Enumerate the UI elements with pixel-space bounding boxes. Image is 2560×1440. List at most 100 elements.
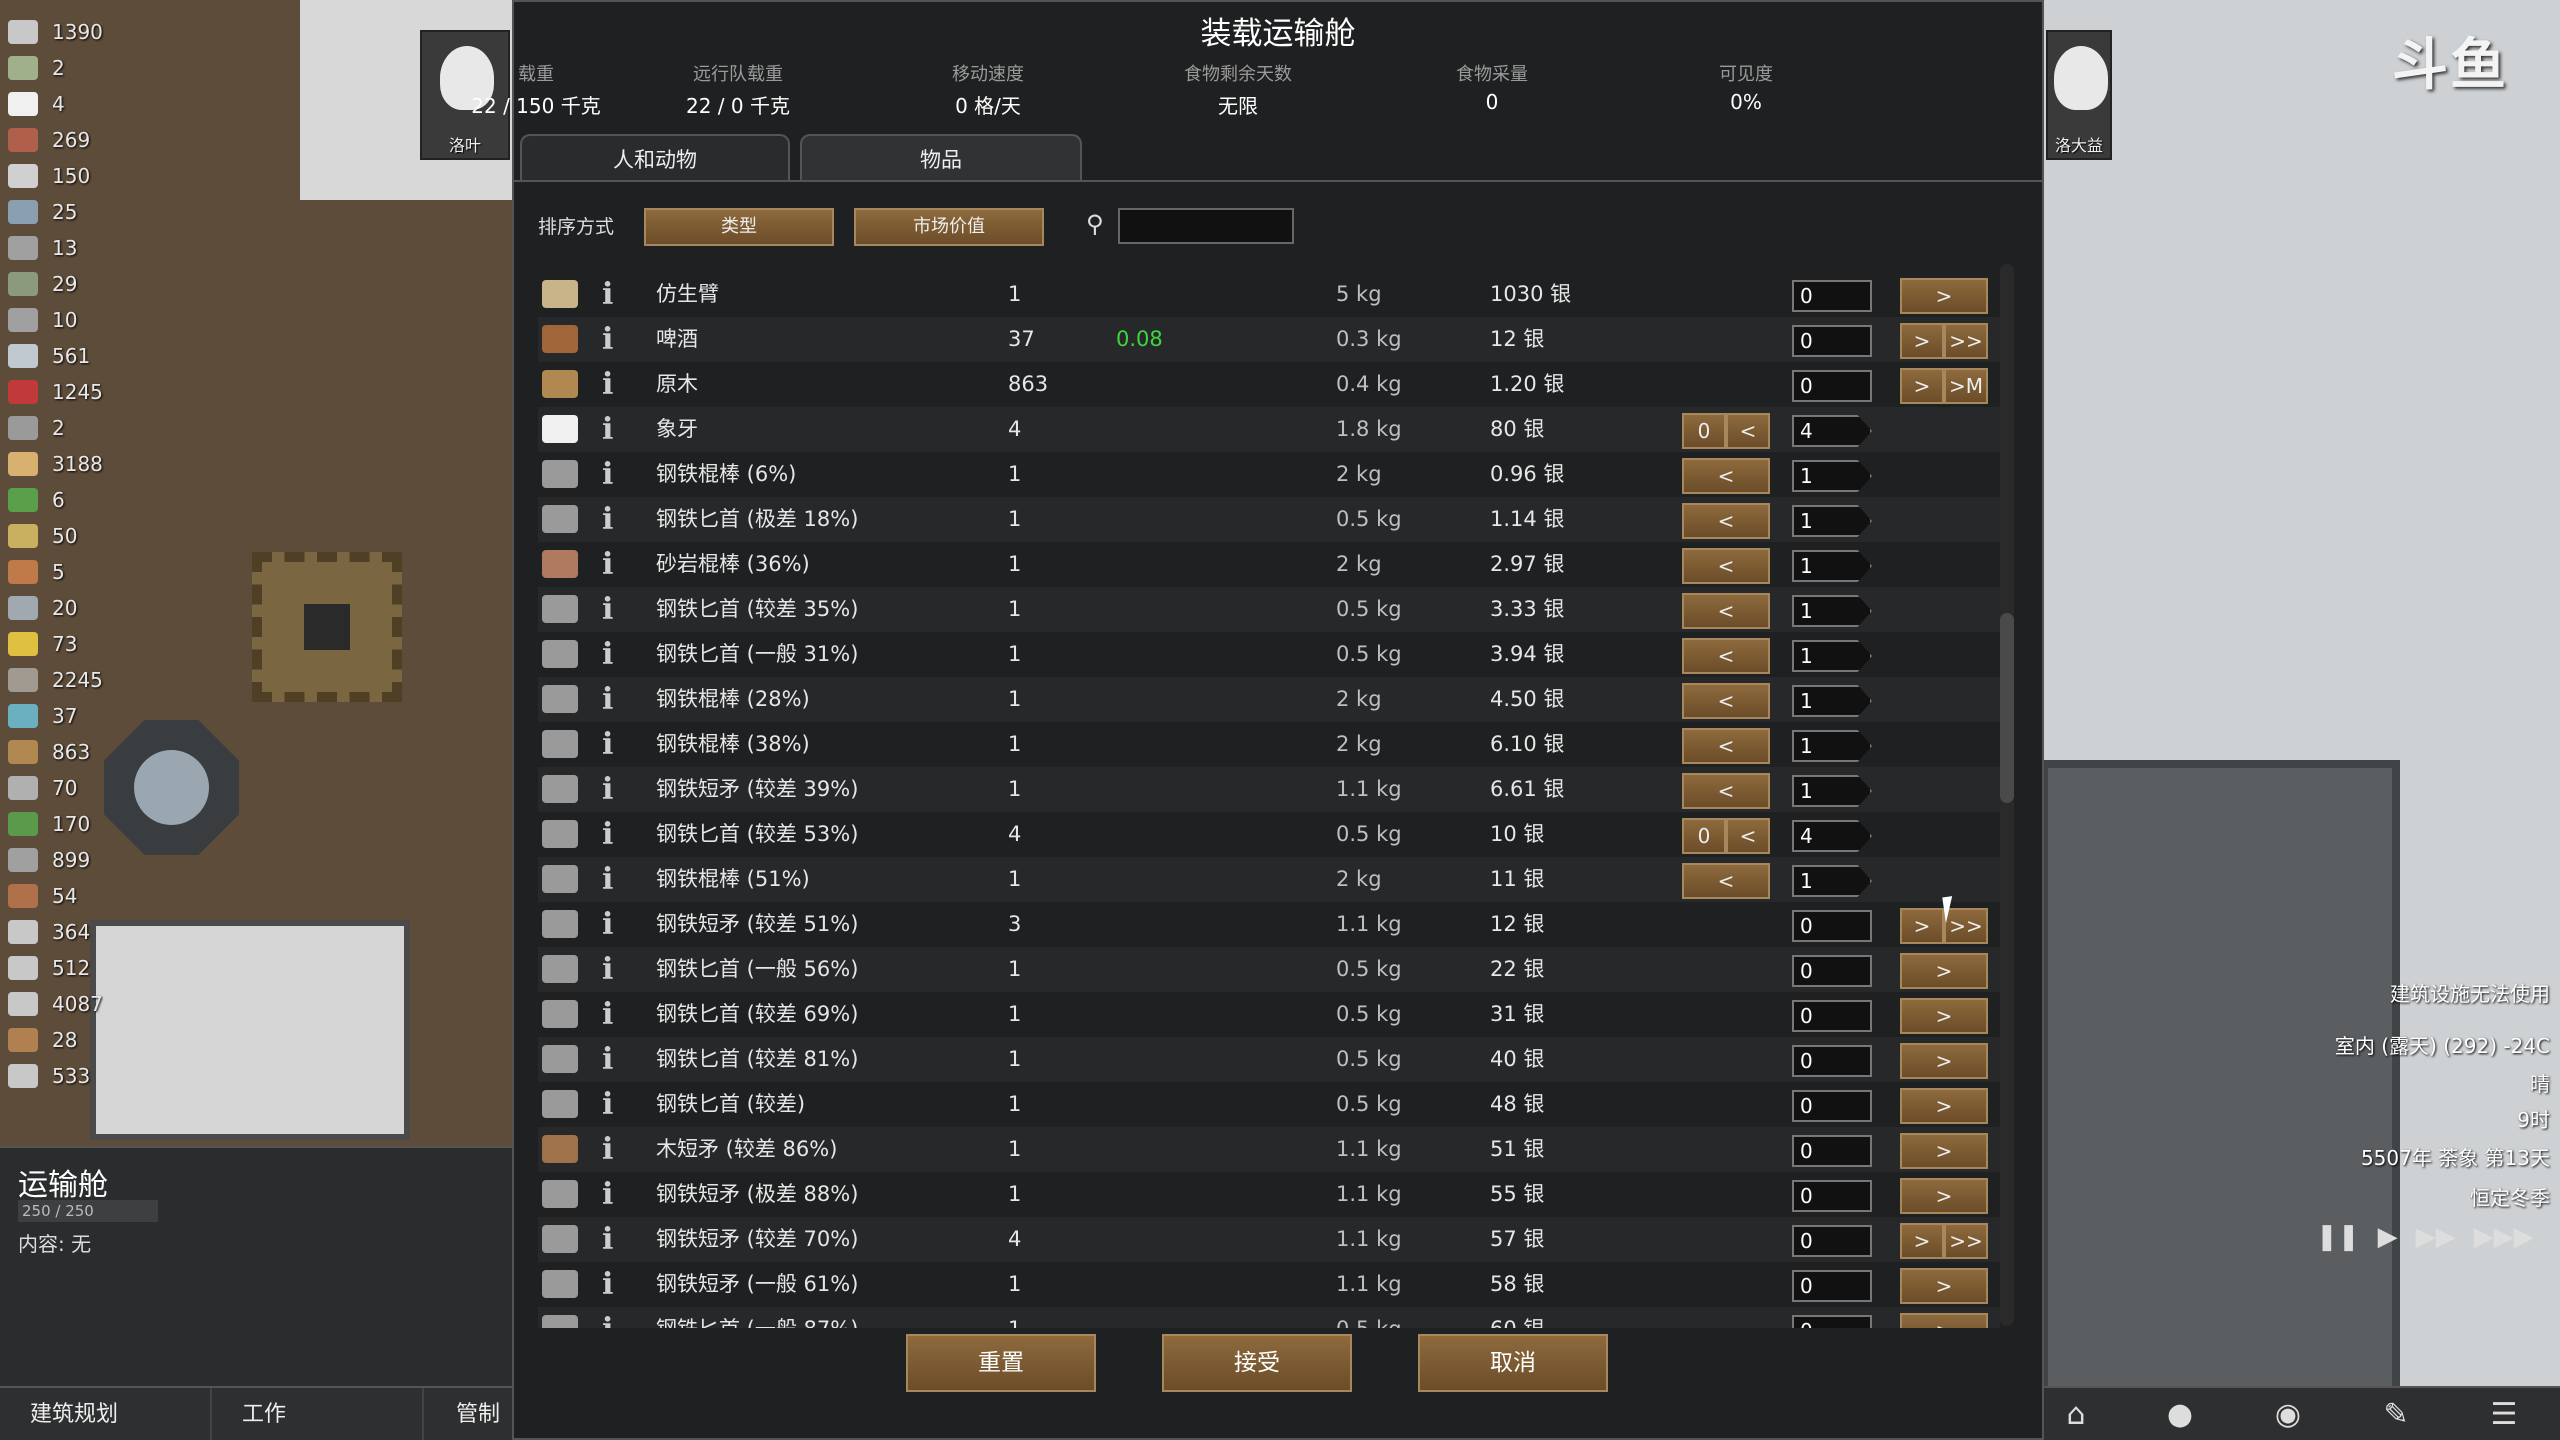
resource-item[interactable]: 6 — [8, 482, 248, 518]
increase-button[interactable]: > — [1900, 278, 1988, 314]
scrollbar-thumb[interactable] — [2000, 613, 2014, 803]
ideas-icon[interactable]: ● — [2160, 1396, 2200, 1434]
increase-button[interactable]: > — [1900, 998, 1988, 1034]
resource-item[interactable]: 512 — [8, 950, 248, 986]
resource-item[interactable]: 899 — [8, 842, 248, 878]
add-all-button[interactable]: >M — [1944, 368, 1988, 404]
resource-item[interactable]: 54 — [8, 878, 248, 914]
resource-item[interactable]: 5 — [8, 554, 248, 590]
item-row[interactable]: i 钢铁短矛 (一般 61%) 1 1.1 kg 58 银 0 > — [538, 1262, 2000, 1307]
item-row[interactable]: i 钢铁匕首 (一般 56%) 1 0.5 kg 22 银 0 > — [538, 947, 2000, 992]
info-icon[interactable]: i — [602, 542, 622, 587]
item-row[interactable]: i 钢铁匕首 (一般 31%) 1 0.5 kg 3.94 银 <1 — [538, 632, 2000, 677]
info-icon[interactable]: i — [602, 947, 622, 992]
info-icon[interactable]: i — [602, 857, 622, 902]
resource-item[interactable]: 25 — [8, 194, 248, 230]
item-row[interactable]: i 钢铁匕首 (较差 35%) 1 0.5 kg 3.33 银 <1 — [538, 587, 2000, 632]
tab-architect[interactable]: 建筑规划 — [0, 1388, 212, 1440]
accept-button[interactable]: 接受 — [1162, 1334, 1352, 1392]
tab-work[interactable]: 工作 — [212, 1388, 424, 1440]
fast-icon[interactable]: ▶▶ — [2416, 1222, 2456, 1252]
scrollbar[interactable] — [2000, 264, 2014, 1326]
increase-button[interactable]: > — [1900, 1088, 1988, 1124]
transport-pod-crate[interactable] — [252, 552, 402, 702]
resource-item[interactable]: 170 — [8, 806, 248, 842]
item-row[interactable]: i 仿生臂 1 5 kg 1030 银 0 > — [538, 272, 2000, 317]
search-input[interactable] — [1118, 208, 1294, 244]
quantity-field[interactable]: 1 — [1792, 865, 1872, 897]
quantity-field[interactable]: 1 — [1792, 730, 1872, 762]
quantity-field[interactable]: 0 — [1792, 1090, 1872, 1122]
resource-item[interactable]: 50 — [8, 518, 248, 554]
item-list[interactable]: i 仿生臂 1 5 kg 1030 银 0 > i 啤酒 37 0.08 0.3 kg 12 银 0 > >>… — [538, 260, 2000, 1328]
play-icon[interactable]: ▶ — [2378, 1222, 2398, 1252]
quantity-field[interactable]: 4 — [1792, 820, 1872, 852]
info-icon[interactable]: i — [602, 407, 622, 452]
item-row[interactable]: i 砂岩棍棒 (36%) 1 2 kg 2.97 银 <1 — [538, 542, 2000, 587]
resource-item[interactable]: 3188 — [8, 446, 248, 482]
resource-item[interactable]: 2245 — [8, 662, 248, 698]
info-icon[interactable]: i — [602, 902, 622, 947]
info-icon[interactable]: i — [602, 497, 622, 542]
decrease-button[interactable]: < — [1682, 458, 1770, 494]
info-icon[interactable]: i — [602, 317, 622, 362]
increase-button[interactable]: > — [1900, 953, 1988, 989]
increase-button[interactable]: > — [1900, 1313, 1988, 1328]
item-row[interactable]: i 钢铁棍棒 (51%) 1 2 kg 11 银 <1 — [538, 857, 2000, 902]
item-row[interactable]: i 钢铁棍棒 (38%) 1 2 kg 6.10 银 <1 — [538, 722, 2000, 767]
item-row[interactable]: i 钢铁匕首 (一般 87%) 1 0.5 kg 60 银 0 > — [538, 1307, 2000, 1328]
resource-item[interactable]: 73 — [8, 626, 248, 662]
info-icon[interactable]: i — [602, 1172, 622, 1217]
resource-item[interactable]: 269 — [8, 122, 248, 158]
resource-item[interactable]: 20 — [8, 590, 248, 626]
quantity-field[interactable]: 0 — [1792, 1000, 1872, 1032]
tab-items[interactable]: 物品 — [800, 134, 1082, 182]
item-row[interactable]: i 钢铁短矛 (较差 70%) 4 1.1 kg 57 银 0 > >> — [538, 1217, 2000, 1262]
item-row[interactable]: i 钢铁棍棒 (28%) 1 2 kg 4.50 银 <1 — [538, 677, 2000, 722]
resource-item[interactable]: 4 — [8, 86, 248, 122]
decrease-button[interactable]: < — [1726, 413, 1770, 449]
decrease-button[interactable]: < — [1726, 818, 1770, 854]
remove-all-button[interactable]: 0 — [1682, 818, 1726, 854]
quantity-field[interactable]: 0 — [1792, 325, 1872, 357]
decrease-button[interactable]: < — [1682, 548, 1770, 584]
item-row[interactable]: i 钢铁匕首 (较差) 1 0.5 kg 48 银 0 > — [538, 1082, 2000, 1127]
resource-item[interactable]: 4087 — [8, 986, 248, 1022]
resource-item[interactable]: 1245 — [8, 374, 248, 410]
sort-by-type-button[interactable]: 类型 — [644, 208, 834, 246]
resource-item[interactable]: 70 — [8, 770, 248, 806]
increase-button[interactable]: > — [1900, 1268, 1988, 1304]
pause-icon[interactable]: ❚❚ — [2316, 1222, 2360, 1252]
colonist-portrait[interactable]: 洛大益 — [2046, 30, 2112, 160]
quantity-field[interactable]: 0 — [1792, 1225, 1872, 1257]
decrease-button[interactable]: < — [1682, 683, 1770, 719]
resource-item[interactable]: 533 — [8, 1058, 248, 1094]
item-row[interactable]: i 钢铁短矛 (较差 51%) 3 1.1 kg 12 银 0 > >> — [538, 902, 2000, 947]
quantity-field[interactable]: 0 — [1792, 955, 1872, 987]
resource-item[interactable]: 28 — [8, 1022, 248, 1058]
info-icon[interactable]: i — [602, 1217, 622, 1262]
quantity-field[interactable]: 1 — [1792, 460, 1872, 492]
quantity-field[interactable]: 1 — [1792, 640, 1872, 672]
decrease-button[interactable]: < — [1682, 773, 1770, 809]
item-row[interactable]: i 钢铁匕首 (较差 81%) 1 0.5 kg 40 银 0 > — [538, 1037, 2000, 1082]
info-icon[interactable]: i — [602, 362, 622, 407]
sort-by-value-button[interactable]: 市场价值 — [854, 208, 1044, 246]
resource-item[interactable]: 364 — [8, 914, 248, 950]
increase-button[interactable]: > — [1900, 323, 1944, 359]
increase-button[interactable]: > — [1900, 908, 1944, 944]
info-icon[interactable]: i — [602, 1127, 622, 1172]
menu-icon[interactable]: ☰ — [2484, 1396, 2524, 1434]
item-row[interactable]: i 木短矛 (较差 86%) 1 1.1 kg 51 银 0 > — [538, 1127, 2000, 1172]
research-icon[interactable]: ⌂ — [2056, 1396, 2096, 1434]
info-icon[interactable]: i — [602, 992, 622, 1037]
reset-button[interactable]: 重置 — [906, 1334, 1096, 1392]
cancel-button[interactable]: 取消 — [1418, 1334, 1608, 1392]
info-icon[interactable]: i — [602, 1037, 622, 1082]
resource-item[interactable]: 29 — [8, 266, 248, 302]
quantity-field[interactable]: 0 — [1792, 910, 1872, 942]
info-icon[interactable]: i — [602, 812, 622, 857]
resource-item[interactable]: 863 — [8, 734, 248, 770]
quantity-field[interactable]: 1 — [1792, 595, 1872, 627]
decrease-button[interactable]: < — [1682, 638, 1770, 674]
